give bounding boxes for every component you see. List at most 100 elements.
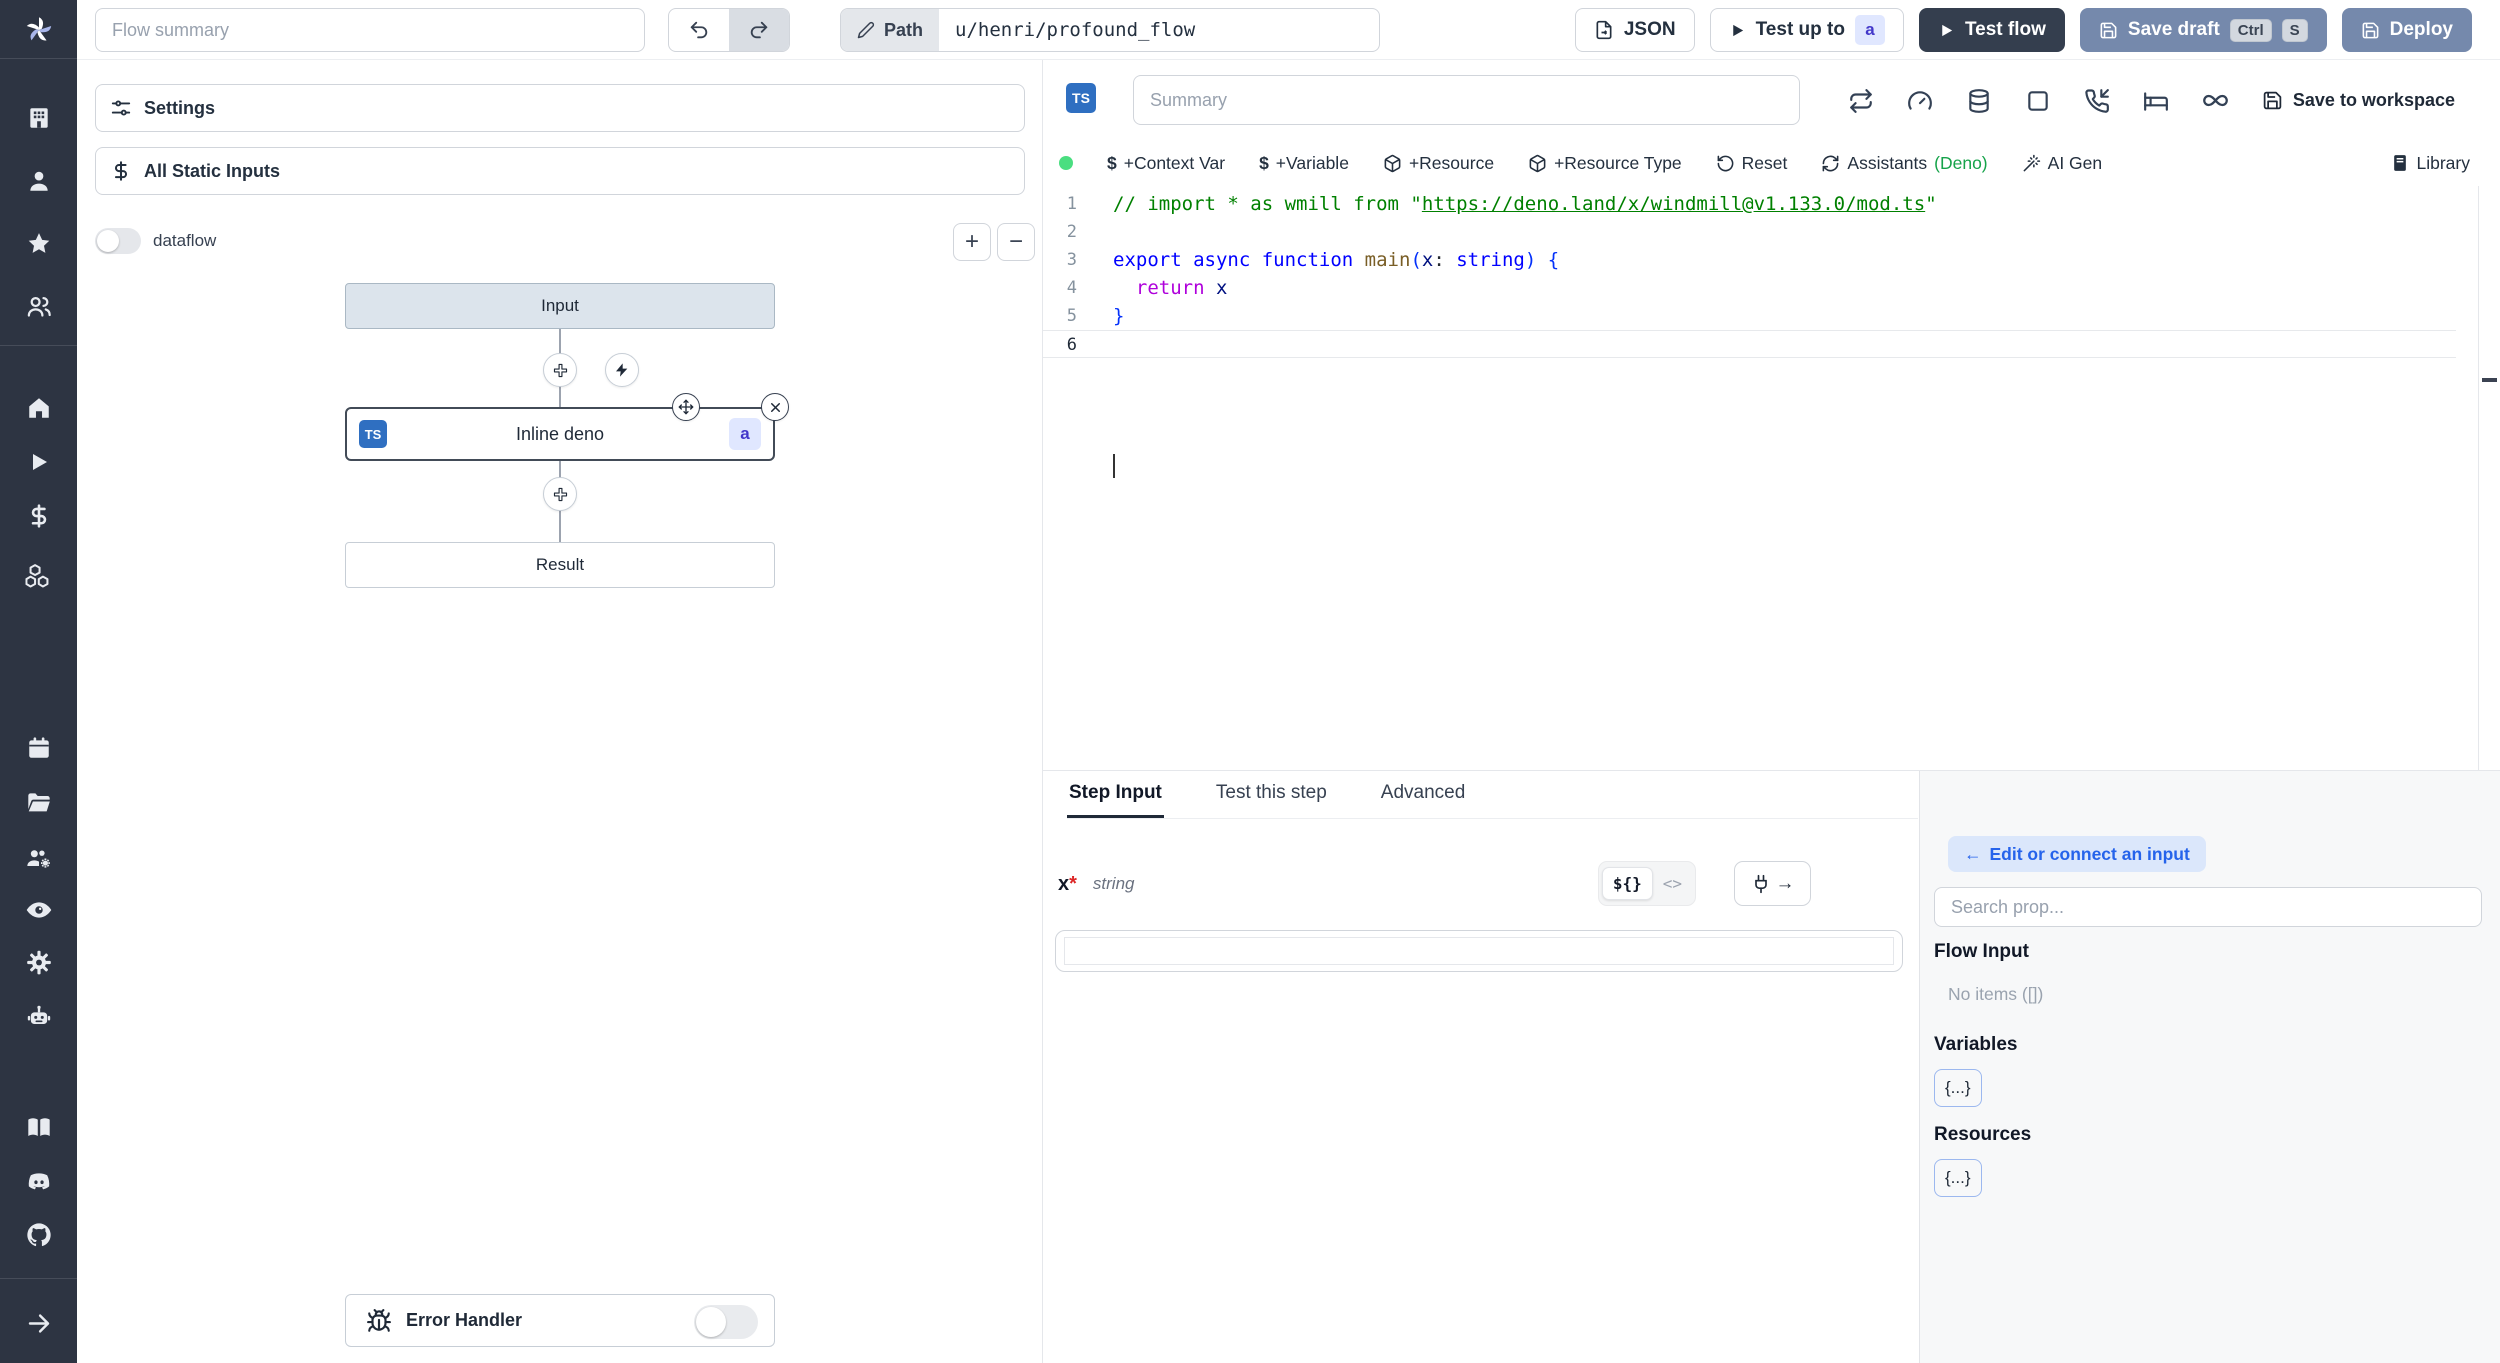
argument-value-editor[interactable] bbox=[1055, 930, 1903, 972]
error-handler-node[interactable]: Error Handler bbox=[345, 1294, 775, 1347]
add-resource-type-button[interactable]: +Resource Type bbox=[1528, 153, 1682, 174]
flow-node-input[interactable]: Input bbox=[345, 283, 775, 329]
move-step-button[interactable] bbox=[672, 393, 700, 421]
resources-chip[interactable]: {...} bbox=[1934, 1159, 1982, 1197]
add-trigger-button[interactable] bbox=[605, 353, 639, 387]
docs-book-icon[interactable] bbox=[25, 1114, 52, 1141]
workers-bot-icon[interactable] bbox=[25, 1003, 53, 1031]
variables-dollar-icon[interactable] bbox=[26, 503, 52, 529]
users-icon[interactable] bbox=[25, 293, 52, 320]
gauge-icon[interactable] bbox=[1907, 88, 1933, 114]
save-draft-button[interactable]: Save draft Ctrl S bbox=[2079, 8, 2327, 52]
text-cursor bbox=[1113, 454, 1115, 478]
reset-button[interactable]: Reset bbox=[1716, 153, 1787, 174]
folders-icon[interactable] bbox=[25, 790, 52, 817]
add-resource-button[interactable]: +Resource bbox=[1383, 153, 1494, 174]
dataflow-toggle[interactable] bbox=[95, 228, 141, 254]
expand-sidebar-arrow-icon[interactable] bbox=[25, 1310, 52, 1337]
flow-node-result[interactable]: Result bbox=[345, 542, 775, 588]
user-icon[interactable] bbox=[26, 168, 52, 194]
undo-button[interactable] bbox=[669, 9, 729, 51]
add-step-button[interactable] bbox=[543, 353, 577, 387]
repeat-icon[interactable] bbox=[1848, 88, 1874, 114]
kbd-ctrl: Ctrl bbox=[2229, 18, 2272, 42]
refresh-icon bbox=[1822, 155, 1839, 171]
pencil-icon bbox=[857, 21, 875, 39]
tab-test-this-step[interactable]: Test this step bbox=[1214, 771, 1329, 818]
plus-icon bbox=[553, 363, 567, 377]
runs-play-icon[interactable] bbox=[27, 450, 51, 474]
edit-or-connect-button[interactable]: ← Edit or connect an input bbox=[1948, 836, 2206, 872]
step-summary-input[interactable] bbox=[1133, 75, 1800, 125]
path-value[interactable]: u/henri/profound_flow bbox=[939, 9, 1379, 51]
connect-input-button[interactable]: → bbox=[1734, 861, 1811, 906]
phone-incoming-icon[interactable] bbox=[2084, 88, 2110, 114]
expr-mode-button[interactable]: ${} bbox=[1601, 867, 1653, 900]
code-line[interactable]: 2 bbox=[1043, 218, 2456, 246]
redo-icon bbox=[750, 21, 768, 39]
flow-input-heading: Flow Input bbox=[1934, 941, 2029, 962]
windmill-logo-icon[interactable] bbox=[23, 14, 55, 46]
database-icon[interactable] bbox=[1966, 88, 1992, 114]
move-icon bbox=[678, 399, 694, 415]
editor-header-icons: Save to workspace bbox=[1848, 87, 2455, 114]
path-label[interactable]: Path bbox=[841, 9, 940, 51]
variables-heading: Variables bbox=[1934, 1034, 2018, 1055]
raw-mode-button[interactable]: <> bbox=[1653, 868, 1692, 899]
delete-step-button[interactable] bbox=[761, 393, 789, 421]
close-icon bbox=[770, 402, 780, 412]
add-context-var-button[interactable]: $ +Context Var bbox=[1107, 153, 1225, 174]
code-line[interactable]: 6 bbox=[1043, 330, 2456, 358]
play-icon bbox=[1942, 24, 1953, 36]
arrow-left-glyph: ← bbox=[1964, 843, 1982, 864]
deploy-button[interactable]: Deploy bbox=[2341, 8, 2472, 52]
sliders-icon bbox=[111, 100, 131, 116]
resources-heading: Resources bbox=[1934, 1124, 2032, 1145]
code-line[interactable]: 4 return x bbox=[1043, 274, 2456, 302]
code-editor[interactable]: 1// import * as wmill from "https://deno… bbox=[1043, 186, 2500, 770]
tab-advanced[interactable]: Advanced bbox=[1379, 771, 1468, 818]
zoom-out-button[interactable]: − bbox=[997, 223, 1035, 261]
infinity-icon[interactable] bbox=[2202, 87, 2229, 114]
code-line[interactable]: 1// import * as wmill from "https://deno… bbox=[1043, 190, 2456, 218]
rail-divider bbox=[0, 58, 77, 59]
bed-icon[interactable] bbox=[2143, 88, 2169, 114]
connect-panel: ← Edit or connect an input Flow Input No… bbox=[1919, 771, 2500, 1363]
zoom-in-button[interactable]: + bbox=[953, 223, 991, 261]
tab-step-input[interactable]: Step Input bbox=[1067, 771, 1164, 818]
assistants-button[interactable]: Assistants (Deno) bbox=[1821, 153, 1988, 174]
save-icon bbox=[2100, 22, 2117, 38]
add-step-below-button[interactable] bbox=[543, 477, 577, 511]
code-line[interactable]: 3 export async function main(x: string) { bbox=[1043, 246, 2456, 274]
error-handler-toggle[interactable] bbox=[694, 1305, 758, 1339]
save-to-workspace-button[interactable]: Save to workspace bbox=[2262, 90, 2455, 111]
redo-button[interactable] bbox=[729, 9, 789, 51]
github-icon[interactable] bbox=[25, 1221, 53, 1249]
discord-icon[interactable] bbox=[25, 1168, 53, 1196]
test-flow-button[interactable]: Test flow bbox=[1918, 8, 2065, 52]
search-prop-input[interactable] bbox=[1934, 887, 2482, 927]
test-up-to-step-badge: a bbox=[1854, 15, 1885, 45]
argument-type: string bbox=[1092, 874, 1135, 893]
dollar-icon bbox=[114, 161, 127, 181]
test-up-to-button[interactable]: Test up to a bbox=[1709, 8, 1904, 52]
audit-eye-icon[interactable] bbox=[25, 896, 53, 924]
library-button[interactable]: Library bbox=[2390, 153, 2470, 174]
schedules-calendar-icon[interactable] bbox=[26, 735, 52, 761]
settings-gear-icon[interactable] bbox=[25, 949, 52, 976]
variables-chip[interactable]: {...} bbox=[1934, 1069, 1982, 1107]
resources-cubes-icon[interactable] bbox=[25, 562, 52, 589]
json-button[interactable]: JSON bbox=[1574, 8, 1695, 52]
square-icon[interactable] bbox=[2025, 88, 2051, 114]
flow-node-step-a[interactable]: TS Inline deno a bbox=[345, 407, 775, 461]
all-static-inputs-button[interactable]: All Static Inputs bbox=[95, 147, 1025, 195]
groups-users-gear-icon[interactable] bbox=[25, 845, 53, 873]
workspace-building-icon[interactable] bbox=[26, 105, 52, 131]
flow-settings-button[interactable]: Settings bbox=[95, 84, 1025, 132]
ai-gen-button[interactable]: AI Gen bbox=[2022, 153, 2102, 174]
code-line[interactable]: 5} bbox=[1043, 302, 2456, 330]
star-icon[interactable] bbox=[26, 231, 52, 257]
flow-summary-input[interactable] bbox=[95, 8, 645, 52]
add-variable-button[interactable]: $ +Variable bbox=[1259, 153, 1349, 174]
home-icon[interactable] bbox=[26, 395, 52, 421]
